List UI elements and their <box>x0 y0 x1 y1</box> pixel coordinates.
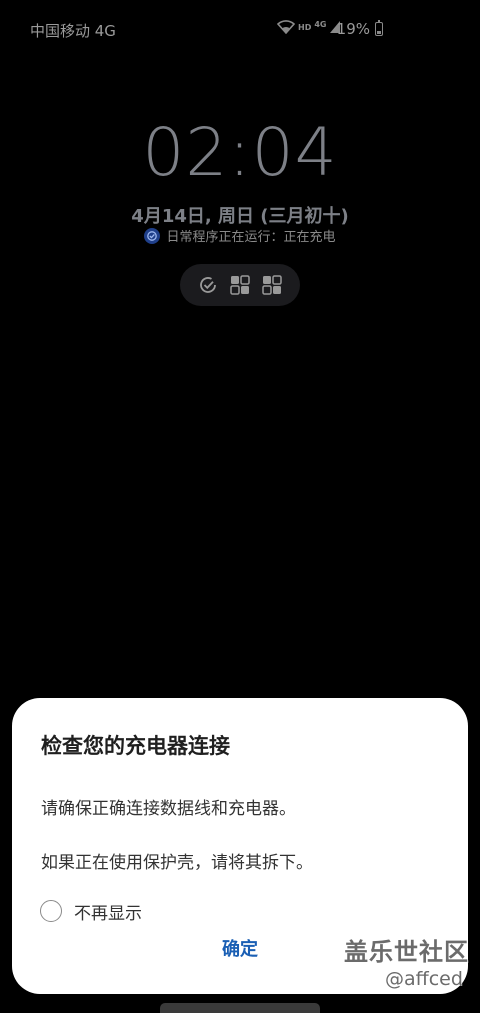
routine-status[interactable]: 日常程序正在运行：正在充电 <box>0 226 480 245</box>
dual-app-icon-1[interactable] <box>230 275 250 295</box>
hd-icon: HD <box>298 22 312 32</box>
battery-percent: 19% <box>336 20 370 38</box>
network-type-label: 4G <box>314 19 327 29</box>
wifi-icon <box>277 20 295 34</box>
dialog-message-2: 如果正在使用保护壳，请将其拆下。 <box>41 853 313 873</box>
quick-icons-pill[interactable] <box>180 264 300 306</box>
watermark-handle: @affced <box>385 968 463 990</box>
dialog-title: 检查您的充电器连接 <box>41 734 230 758</box>
routine-icon <box>144 227 161 244</box>
battery-icon <box>375 20 383 36</box>
dont-show-again-option[interactable]: 不再显示 <box>40 898 142 924</box>
routine-text: 日常程序正在运行：正在充电 <box>166 230 336 245</box>
dont-show-again-radio[interactable] <box>40 900 62 922</box>
ok-button[interactable]: 确定 <box>202 936 278 964</box>
routine-check-icon[interactable] <box>198 275 218 295</box>
status-bar: 中国移动 4G HD 4G 19% <box>0 0 480 60</box>
dont-show-again-label: 不再显示 <box>74 903 142 924</box>
dialog-message-1: 请确保正确连接数据线和充电器。 <box>41 799 296 819</box>
watermark-brand: 盖乐世社区 <box>344 938 469 966</box>
lockscreen-clock: 02:04 <box>142 114 338 191</box>
dual-app-icon-2[interactable] <box>262 275 282 295</box>
status-icons: HD 4G <box>277 20 341 34</box>
home-indicator <box>160 1003 320 1013</box>
lockscreen-date: 4月14日, 周日 (三月初十) <box>131 206 349 227</box>
carrier-label: 中国移动 4G <box>30 22 116 40</box>
